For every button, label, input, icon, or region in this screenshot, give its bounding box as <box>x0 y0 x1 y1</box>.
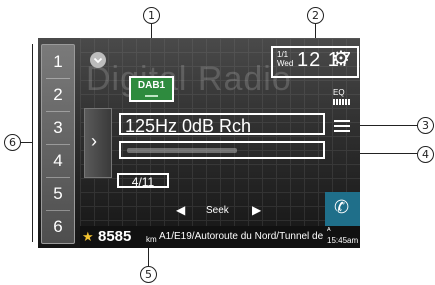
band-label: DAB1 <box>137 80 166 91</box>
navigation-bar[interactable]: ★ 8585 km A1/E19/Autoroute du Nord/Tunne… <box>80 226 360 248</box>
callout-2: 2 <box>307 7 324 24</box>
list-icon[interactable] <box>334 120 350 132</box>
chevron-down-icon <box>93 57 103 64</box>
preset-6-button[interactable]: 6 <box>42 210 74 243</box>
date-display: 1/1 Wed <box>277 50 293 68</box>
callout-1: 1 <box>143 7 160 24</box>
seek-forward-button[interactable]: ▶ <box>252 203 261 217</box>
signal-bars-icon <box>145 95 158 97</box>
callout-4: 4 <box>417 146 434 163</box>
blurred-text <box>127 148 237 153</box>
preset-3-button[interactable]: 3 <box>42 111 74 144</box>
callout-6-leader <box>20 142 32 143</box>
seek-controls: ◀ Seek ▶ ↺ <box>80 196 343 226</box>
eq-button[interactable]: EQ <box>333 88 351 105</box>
weekday-label: Wed <box>277 59 294 68</box>
eq-label: EQ <box>333 88 345 97</box>
station-info-line: 125Hz 0dB Rch <box>119 113 325 136</box>
preset-5-button[interactable]: 5 <box>42 177 74 210</box>
band-indicator[interactable]: DAB1 <box>129 76 174 102</box>
callout-3: 3 <box>417 117 434 134</box>
source-watermark: Digital Radio <box>86 60 292 98</box>
channel-number: 4/11 <box>117 173 169 189</box>
seek-label: Seek <box>206 205 229 216</box>
radio-screen: Digital Radio 1 2 3 4 5 6 › DAB1 1/1 Wed… <box>38 38 360 248</box>
distance-unit: km <box>146 235 157 244</box>
phone-button[interactable]: ✆ <box>325 192 360 226</box>
arrival-prefix: ᴬ <box>327 226 331 235</box>
date-label: 1/1 <box>277 50 289 59</box>
seek-back-button[interactable]: ◀ <box>176 203 185 217</box>
preset-4-button[interactable]: 4 <box>42 144 74 177</box>
star-icon: ★ <box>82 229 94 244</box>
preset-channel-list: 1 2 3 4 5 6 <box>41 44 75 244</box>
eq-bars-icon <box>333 99 351 105</box>
source-menu-button[interactable] <box>90 52 106 68</box>
callout-6: 6 <box>4 134 21 151</box>
gear-icon[interactable]: ⚙ <box>332 46 350 71</box>
callout-5: 5 <box>140 266 157 283</box>
road-name: A1/E19/Autoroute du Nord/Tunnel de <box>159 231 324 242</box>
phone-icon: ✆ <box>334 197 350 217</box>
arrival-time-value: 15:45am <box>327 236 359 245</box>
preset-1-button[interactable]: 1 <box>42 45 74 78</box>
distance-value: 8585 <box>98 228 132 245</box>
arrival-time: ᴬ 15:45am <box>327 226 358 246</box>
preset-2-button[interactable]: 2 <box>42 78 74 111</box>
list-panel-toggle[interactable]: › <box>84 108 112 178</box>
program-info-line <box>119 141 325 159</box>
callout-6-bracket <box>32 44 33 242</box>
chevron-right-icon: › <box>91 131 97 151</box>
